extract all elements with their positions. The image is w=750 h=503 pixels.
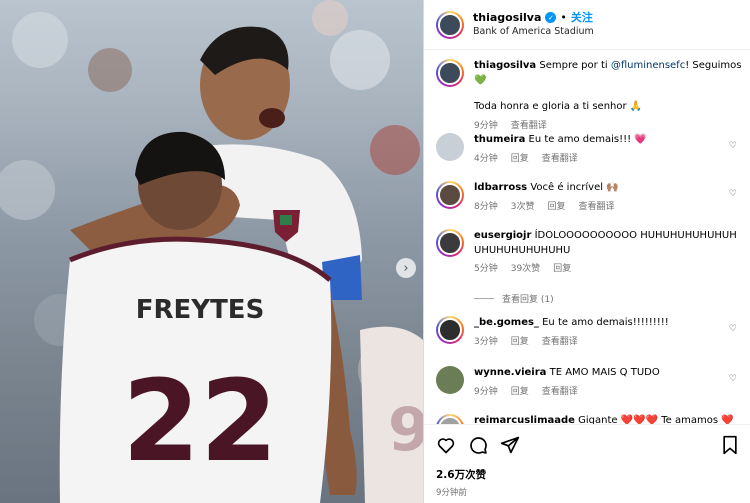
caption-text-start: Sempre por ti bbox=[539, 60, 611, 71]
caption: thiagosilva Sempre por ti @fluminensefc!… bbox=[436, 59, 743, 133]
save-bookmark-icon[interactable] bbox=[721, 435, 739, 455]
comment-likes[interactable]: 3次赞 bbox=[511, 201, 535, 214]
like-comment-heart-icon[interactable]: ♡ bbox=[729, 374, 737, 384]
reply-button[interactable]: 回复 bbox=[547, 201, 565, 214]
comment-username[interactable]: reimarcuslimaade bbox=[474, 415, 575, 424]
reply-button[interactable]: 回复 bbox=[553, 263, 571, 276]
replies-line bbox=[474, 298, 494, 299]
comment-avatar[interactable] bbox=[436, 133, 464, 161]
comment-username[interactable]: thumeira bbox=[474, 134, 525, 145]
comment-item: _be.gomes_ Eu te amo demais!!!!!!!!! 3分钟… bbox=[436, 316, 743, 349]
comment-item: reimarcuslimaade Gigante ❤️❤️❤️ Te amamo… bbox=[436, 414, 743, 424]
caption-username[interactable]: thiagosilva bbox=[474, 60, 536, 71]
next-image-button[interactable]: › bbox=[396, 258, 416, 278]
view-replies[interactable]: 查看回复 (1) bbox=[474, 292, 554, 305]
comment-item: wynne.vieira TE AMO MAIS Q TUDO 9分钟 回复 查… bbox=[436, 366, 743, 399]
comment-text: Eu te amo demais!!! 💗 bbox=[528, 134, 647, 145]
comment-item: eusergiojr ÍDOLOOOOOOOOOO HUHUHUHUHUHUHU… bbox=[436, 229, 743, 276]
comment-text: TE AMO MAIS Q TUDO bbox=[549, 367, 660, 378]
comment-text: Eu te amo demais!!!!!!!!! bbox=[542, 317, 669, 328]
comment-text: Gigante ❤️❤️❤️ Te amamos ❤️ bbox=[578, 415, 734, 424]
comment-avatar[interactable] bbox=[436, 414, 464, 424]
comment-likes[interactable]: 39次赞 bbox=[511, 263, 540, 276]
post-location[interactable]: Bank of America Stadium bbox=[473, 26, 594, 37]
comment-time[interactable]: 3分钟 bbox=[474, 336, 498, 349]
comment-time[interactable]: 9分钟 bbox=[474, 386, 498, 399]
translate-link[interactable]: 查看翻译 bbox=[578, 201, 614, 214]
like-comment-heart-icon[interactable]: ♡ bbox=[729, 324, 737, 334]
post-sidebar: thiagosilva ✓ • 关注 Bank of America Stadi… bbox=[423, 0, 750, 503]
caption-line2: Toda honra e gloria a ti senhor 🙏 bbox=[474, 101, 643, 112]
share-send-icon[interactable] bbox=[500, 435, 520, 455]
like-count[interactable]: 2.6万次赞 bbox=[436, 467, 739, 482]
reply-button[interactable]: 回复 bbox=[511, 386, 529, 399]
jersey-name: FREYTES bbox=[136, 295, 265, 325]
reply-button[interactable]: 回复 bbox=[511, 336, 529, 349]
comment-time[interactable]: 5分钟 bbox=[474, 263, 498, 276]
translate-link[interactable]: 查看翻译 bbox=[542, 386, 578, 399]
comment-item: thumeira Eu te amo demais!!! 💗 4分钟 回复 查看… bbox=[436, 133, 743, 166]
follow-button[interactable]: 关注 bbox=[571, 11, 593, 24]
view-replies-label[interactable]: 查看回复 (1) bbox=[502, 292, 554, 305]
comment-avatar[interactable] bbox=[436, 366, 464, 394]
photo-illustration: FREYTES 22 9 bbox=[0, 0, 423, 503]
comment-item: ldbarross Você é incrível 🙌🏽 8分钟 3次赞 回复 … bbox=[436, 181, 743, 214]
comment-username[interactable]: ldbarross bbox=[474, 182, 527, 193]
post-dialog: FREYTES 22 9 › thiagosilva ✓ • 关注 Bank o… bbox=[0, 0, 750, 503]
translate-link[interactable]: 查看翻译 bbox=[542, 336, 578, 349]
post-time[interactable]: 9分钟前 bbox=[436, 486, 739, 498]
translate-link[interactable]: 查看翻译 bbox=[542, 153, 578, 166]
comment-username[interactable]: wynne.vieira bbox=[474, 367, 546, 378]
comment-avatar[interactable] bbox=[436, 316, 464, 344]
author-username[interactable]: thiagosilva bbox=[473, 11, 541, 24]
comment-text: Você é incrível 🙌🏽 bbox=[530, 182, 619, 193]
verified-icon: ✓ bbox=[545, 12, 557, 24]
jersey-number: 22 bbox=[122, 357, 278, 487]
caption-avatar[interactable] bbox=[436, 59, 464, 87]
like-comment-heart-icon[interactable]: ♡ bbox=[729, 141, 737, 151]
comment-username[interactable]: _be.gomes_ bbox=[474, 317, 539, 328]
comment-avatar[interactable] bbox=[436, 181, 464, 209]
author-avatar[interactable] bbox=[436, 10, 464, 39]
separator-dot: • bbox=[560, 11, 567, 25]
post-header: thiagosilva ✓ • 关注 Bank of America Stadi… bbox=[424, 0, 750, 50]
comments-list[interactable]: thiagosilva Sempre por ti @fluminensefc!… bbox=[424, 51, 750, 424]
caption-translate-link[interactable]: 查看翻译 bbox=[511, 120, 547, 133]
comment-avatar[interactable] bbox=[436, 229, 464, 257]
comment-time[interactable]: 8分钟 bbox=[474, 201, 498, 214]
comment-bubble-icon[interactable] bbox=[468, 435, 488, 455]
caption-mention[interactable]: @fluminensefc bbox=[611, 60, 685, 71]
svg-text:9: 9 bbox=[388, 395, 423, 465]
post-photo[interactable]: FREYTES 22 9 › bbox=[0, 0, 423, 503]
comment-time[interactable]: 4分钟 bbox=[474, 153, 498, 166]
like-comment-heart-icon[interactable]: ♡ bbox=[729, 189, 737, 199]
post-actions: 2.6万次赞 9分钟前 bbox=[424, 424, 750, 503]
caption-time[interactable]: 9分钟 bbox=[474, 120, 498, 133]
like-heart-icon[interactable] bbox=[436, 435, 456, 455]
reply-button[interactable]: 回复 bbox=[511, 153, 529, 166]
comment-username[interactable]: eusergiojr bbox=[474, 230, 531, 241]
